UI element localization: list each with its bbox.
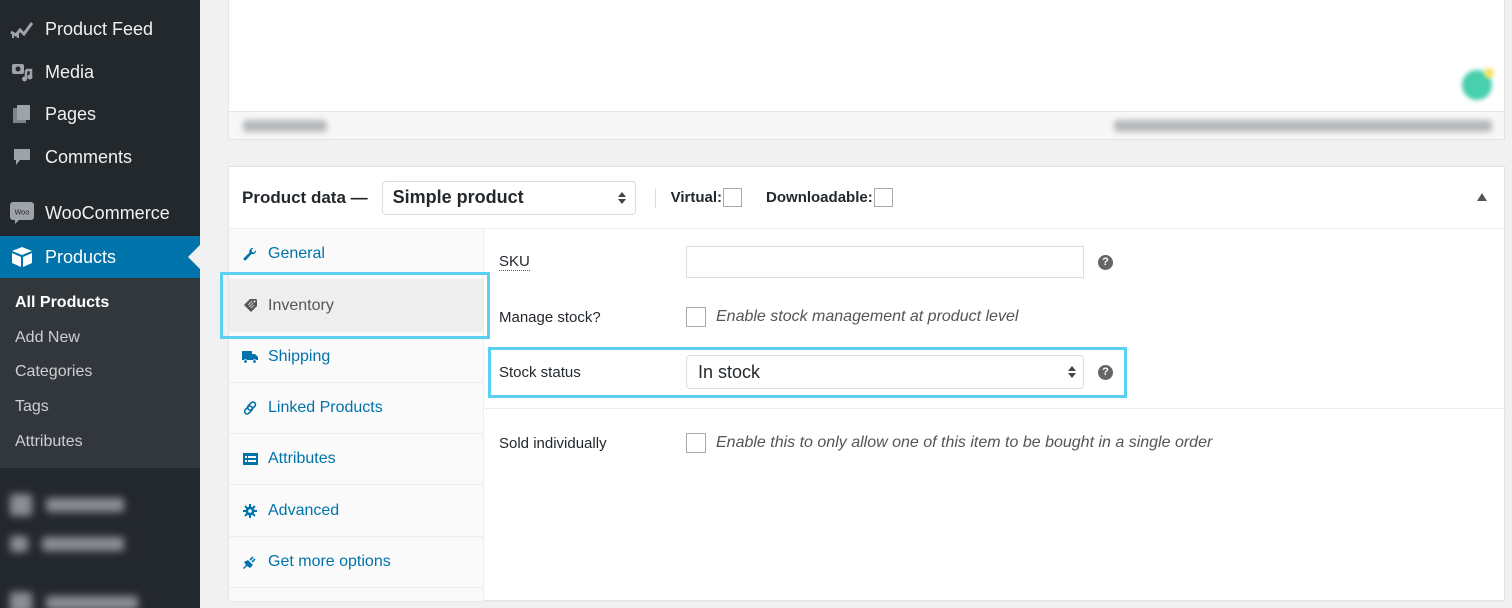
wrench-icon bbox=[242, 246, 258, 262]
sidebar-item-blurred[interactable] bbox=[10, 494, 124, 516]
admin-sidebar: Product Feed Media Pages Comments Woo Wo… bbox=[0, 0, 200, 608]
sold-individually-checkbox[interactable] bbox=[686, 433, 706, 453]
blurred-icon bbox=[10, 536, 28, 552]
tab-label: General bbox=[268, 245, 325, 262]
select-arrows-icon bbox=[1068, 366, 1076, 378]
sidebar-item-product-feed[interactable]: Product Feed bbox=[0, 8, 200, 50]
tab-advanced[interactable]: Advanced bbox=[229, 485, 484, 537]
section-divider bbox=[485, 408, 1505, 409]
header-divider bbox=[654, 187, 656, 208]
submenu-attributes[interactable]: Attributes bbox=[0, 424, 200, 459]
plug-icon bbox=[242, 554, 258, 570]
sidebar-item-products[interactable]: Products bbox=[0, 236, 200, 278]
sidebar-item-label: WooCommerce bbox=[45, 202, 170, 223]
sidebar-item-media[interactable]: Media bbox=[0, 51, 200, 93]
select-arrows-icon bbox=[617, 191, 626, 204]
tab-label: Get more options bbox=[268, 553, 391, 570]
products-submenu: All Products Add New Categories Tags Att… bbox=[0, 278, 200, 468]
comments-icon bbox=[10, 145, 34, 169]
virtual-checkbox[interactable] bbox=[723, 188, 743, 207]
tag-icon bbox=[242, 298, 258, 314]
svg-text:Woo: Woo bbox=[14, 209, 29, 217]
sku-label: SKU bbox=[499, 253, 530, 271]
tab-label: Linked Products bbox=[268, 399, 383, 416]
tab-linked-products[interactable]: Linked Products bbox=[229, 383, 484, 434]
tab-inventory[interactable]: Inventory bbox=[229, 280, 484, 332]
sidebar-item-blurred[interactable] bbox=[10, 536, 124, 552]
tab-label: Shipping bbox=[268, 348, 331, 365]
virtual-label: Virtual: bbox=[670, 189, 723, 206]
help-icon[interactable]: ? bbox=[1098, 254, 1113, 270]
product-feed-icon bbox=[10, 17, 34, 41]
tab-label: Advanced bbox=[268, 501, 340, 519]
blurred-label bbox=[42, 537, 124, 551]
sold-individually-row: Sold individually Enable this to only al… bbox=[485, 432, 1505, 454]
submenu-tags[interactable]: Tags bbox=[0, 390, 200, 425]
inventory-panel: SKU ? Manage stock? Enable stock managem… bbox=[485, 229, 1505, 601]
tab-label: Inventory bbox=[268, 296, 334, 314]
sidebar-item-woocommerce[interactable]: Woo WooCommerce bbox=[0, 192, 200, 234]
link-icon bbox=[242, 400, 258, 416]
blurred-label bbox=[46, 596, 138, 608]
grammarly-badge-icon bbox=[1484, 68, 1494, 78]
word-count-blurred bbox=[243, 120, 327, 132]
sidebar-item-blurred[interactable] bbox=[10, 592, 138, 608]
tab-label: Attributes bbox=[268, 450, 336, 467]
sidebar-item-label: Comments bbox=[45, 146, 133, 167]
truck-icon bbox=[242, 349, 258, 365]
submenu-all-products[interactable]: All Products bbox=[0, 286, 200, 321]
stock-status-value: In stock bbox=[698, 361, 761, 382]
collapse-toggle-icon[interactable] bbox=[1477, 193, 1487, 201]
tab-get-more-options[interactable]: Get more options bbox=[229, 537, 484, 588]
pages-icon bbox=[10, 102, 34, 126]
manage-stock-row: Manage stock? Enable stock management at… bbox=[485, 306, 1505, 328]
help-icon[interactable]: ? bbox=[1098, 364, 1113, 380]
tab-general[interactable]: General bbox=[229, 229, 484, 280]
stock-status-select[interactable]: In stock bbox=[686, 355, 1084, 389]
manage-stock-label: Manage stock? bbox=[499, 308, 601, 326]
sidebar-item-label: Media bbox=[45, 61, 95, 82]
sold-individually-description: Enable this to only allow one of this it… bbox=[716, 434, 1213, 451]
product-data-tabs: General Inventory Shipping Linked Produc… bbox=[229, 229, 484, 601]
submenu-add-new[interactable]: Add New bbox=[0, 321, 200, 356]
blurred-icon bbox=[10, 494, 32, 516]
editor-status-bar bbox=[229, 111, 1504, 139]
product-type-value: Simple product bbox=[392, 187, 524, 207]
sidebar-item-pages[interactable]: Pages bbox=[0, 93, 200, 135]
media-icon bbox=[10, 60, 34, 84]
sku-input[interactable] bbox=[686, 246, 1084, 278]
sidebar-item-comments[interactable]: Comments bbox=[0, 136, 200, 178]
downloadable-label: Downloadable: bbox=[766, 189, 873, 206]
blurred-icon bbox=[10, 592, 32, 608]
submenu-categories[interactable]: Categories bbox=[0, 355, 200, 390]
product-data-title: Product data — bbox=[242, 187, 368, 207]
gear-icon bbox=[242, 503, 258, 519]
wordpress-admin-page: Product Feed Media Pages Comments Woo Wo… bbox=[0, 0, 1512, 608]
product-data-header: Product data — Simple product Virtual: D… bbox=[229, 167, 1504, 229]
sidebar-item-label: Product Feed bbox=[45, 18, 154, 39]
manage-stock-description: Enable stock management at product level bbox=[716, 308, 1019, 325]
content-editor[interactable] bbox=[228, 0, 1505, 140]
list-icon bbox=[242, 451, 258, 467]
sidebar-item-label: Products bbox=[45, 246, 117, 267]
sidebar-item-label: Pages bbox=[45, 103, 97, 124]
downloadable-checkbox[interactable] bbox=[873, 188, 893, 207]
stock-status-row: Stock status In stock ? bbox=[485, 355, 1505, 389]
product-data-metabox: Product data — Simple product Virtual: D… bbox=[228, 166, 1505, 601]
woocommerce-icon: Woo bbox=[10, 201, 34, 225]
products-icon bbox=[10, 245, 34, 269]
manage-stock-checkbox[interactable] bbox=[686, 307, 706, 327]
product-type-select[interactable]: Simple product bbox=[381, 180, 636, 215]
tab-attributes[interactable]: Attributes bbox=[229, 434, 484, 485]
last-edited-blurred bbox=[1114, 120, 1492, 132]
sold-individually-label: Sold individually bbox=[499, 434, 607, 452]
active-menu-arrow bbox=[188, 245, 200, 269]
tab-shipping[interactable]: Shipping bbox=[229, 332, 484, 383]
sku-field-row: SKU ? bbox=[485, 246, 1505, 278]
stock-status-label: Stock status bbox=[499, 363, 581, 381]
blurred-label bbox=[46, 498, 124, 512]
